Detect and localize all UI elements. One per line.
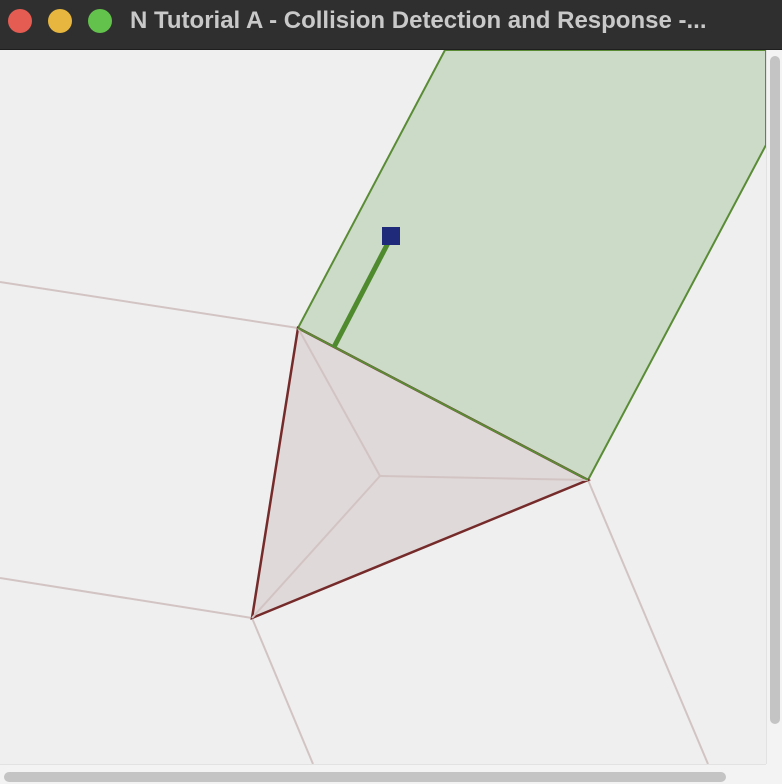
horizontal-scrollbar-thumb[interactable] <box>4 772 726 782</box>
vertical-scrollbar-thumb[interactable] <box>770 56 780 724</box>
minimize-window-button[interactable] <box>48 9 72 33</box>
vertical-scrollbar[interactable] <box>766 50 782 764</box>
scrollbar-corner <box>766 764 782 784</box>
horizontal-scrollbar[interactable] <box>0 764 766 784</box>
region-line <box>0 281 299 329</box>
window-title: N Tutorial A - Collision Detection and R… <box>130 7 707 34</box>
region-line <box>251 617 314 764</box>
region-line <box>0 577 253 619</box>
app-window: N Tutorial A - Collision Detection and R… <box>0 0 782 784</box>
close-window-button[interactable] <box>8 9 32 33</box>
point-object[interactable] <box>382 227 400 245</box>
collision-scene[interactable] <box>0 50 766 764</box>
demo-canvas[interactable] <box>0 50 766 764</box>
zoom-window-button[interactable] <box>88 9 112 33</box>
region-line <box>587 479 709 764</box>
title-bar[interactable]: N Tutorial A - Collision Detection and R… <box>0 0 782 50</box>
